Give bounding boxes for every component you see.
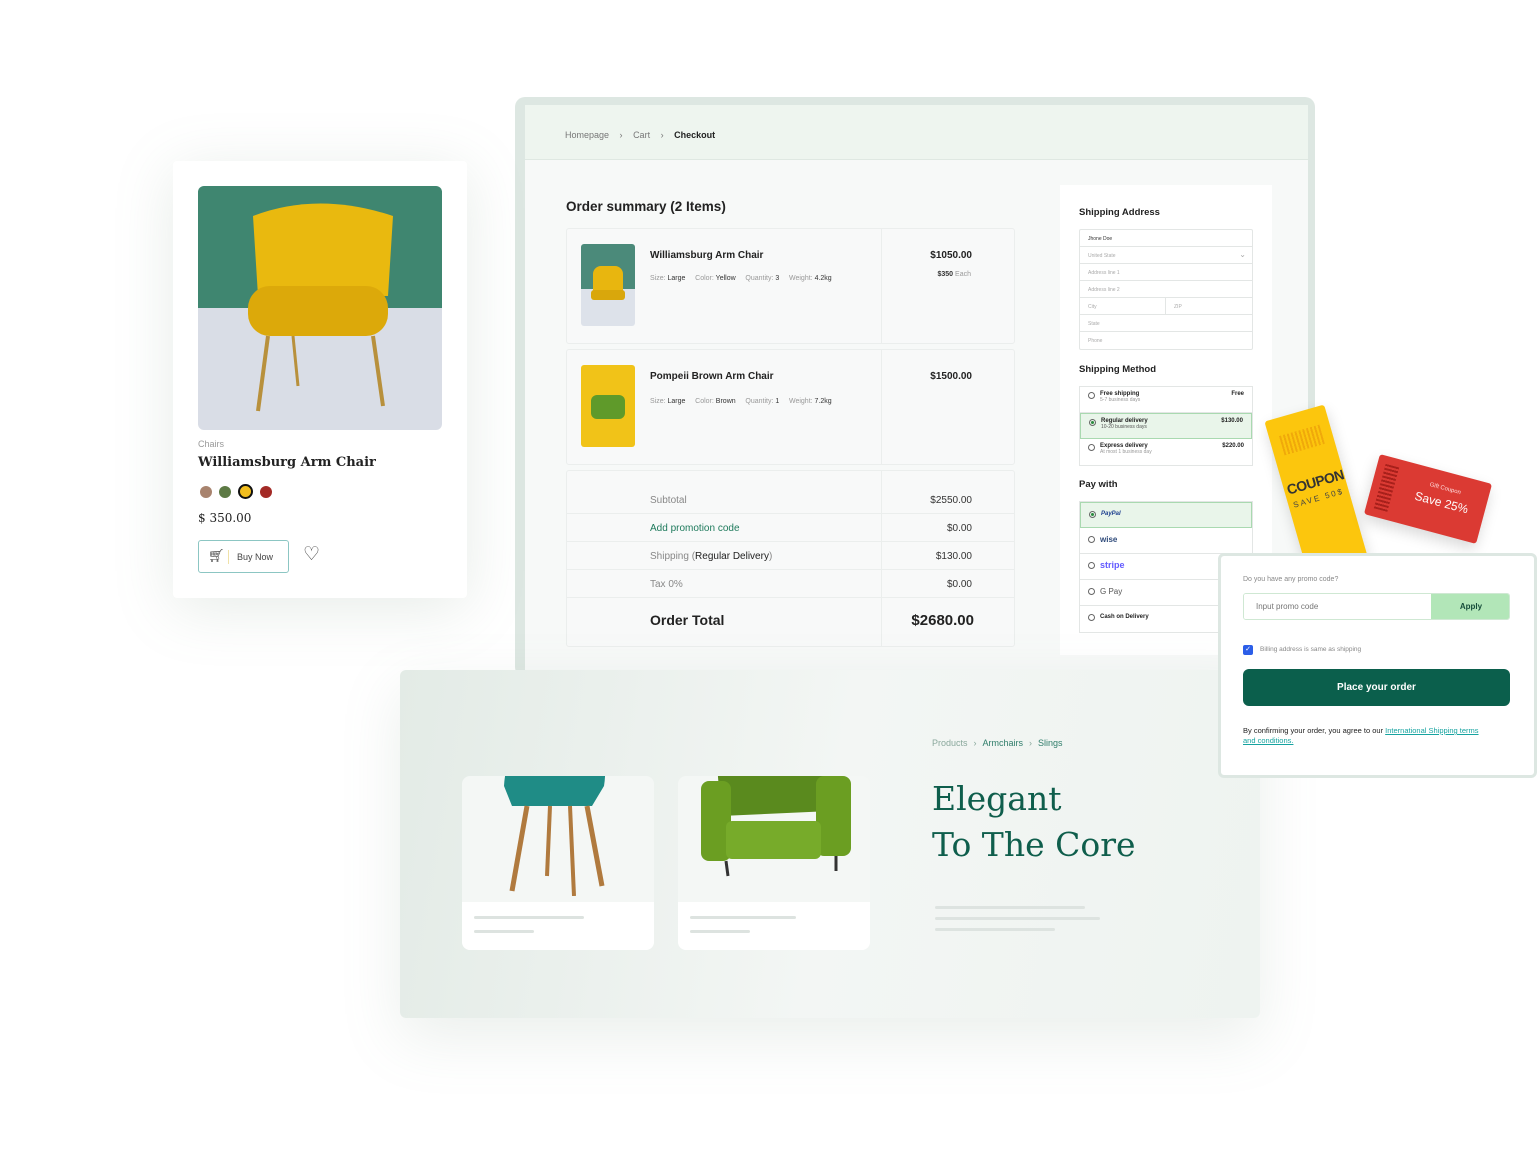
item-total: $1500.00: [930, 371, 972, 382]
chevron-right-icon: ›: [619, 130, 623, 140]
item-each-price: $350 Each: [937, 271, 972, 278]
order-summary-title: Order summary (2 Items): [566, 199, 726, 214]
city-zip-row: City ZIP: [1080, 298, 1252, 315]
breadcrumb-homepage[interactable]: Homepage: [565, 130, 609, 140]
shipping-method-list: Free shipping 5-7 business days Free Regul…: [1079, 386, 1253, 466]
banner-breadcrumb: Products › Armchairs › Slings: [932, 738, 1063, 748]
shipping-option-express[interactable]: Express delivery At most 1 business day $2…: [1080, 439, 1252, 465]
order-item: Williamsburg Arm Chair Size: Large Color…: [566, 228, 1015, 344]
shipping-option-regular[interactable]: Regular delivery 10-20 business days $130.…: [1080, 413, 1252, 439]
shipping-address-form: Jhone Doe United State ⌄ Address line 1 A…: [1079, 229, 1253, 350]
barcode-icon: [1278, 424, 1325, 456]
item-image: [581, 365, 635, 447]
item-image: [581, 244, 635, 326]
yellow-armchair-image: [248, 203, 393, 412]
color-swatch-red[interactable]: [260, 485, 272, 498]
state-field[interactable]: State: [1080, 315, 1252, 332]
pay-with-title: Pay with: [1079, 479, 1118, 490]
paypal-logo: PayPal: [1101, 511, 1121, 517]
product-name: Williamsburg Arm Chair: [198, 455, 376, 470]
country-select[interactable]: United State ⌄: [1080, 247, 1252, 264]
promo-question: Do you have any promo code?: [1243, 576, 1339, 583]
order-total-label: Order Total: [650, 612, 725, 628]
green-armchair-image: [701, 776, 851, 877]
promo-panel: Do you have any promo code? Apply ✓ Bill…: [1218, 553, 1537, 778]
place-order-button[interactable]: Place your order: [1243, 669, 1510, 706]
shipping-row: Shipping (Regular Delivery) $130.00: [567, 542, 1014, 570]
product-card: Chairs Williamsburg Arm Chair $ 350.00 🛒…: [173, 161, 467, 598]
buy-now-button[interactable]: 🛒︎ Buy Now: [198, 540, 289, 573]
apply-button[interactable]: Apply: [1431, 594, 1509, 619]
billing-label: Billing address is same as shipping: [1260, 646, 1362, 653]
color-swatches: [200, 483, 279, 501]
add-promotion-code-link[interactable]: Add promotion code: [650, 523, 740, 534]
item-meta: Size: Large Color: Yellow Quantity: 3 We…: [650, 275, 832, 282]
breadcrumb: Homepage › Cart › Checkout: [565, 130, 715, 140]
tax-row: Tax 0% $0.00: [567, 570, 1014, 598]
breadcrumb-cart[interactable]: Cart: [633, 130, 650, 140]
terms-text: By confirming your order, you agree to o…: [1243, 726, 1479, 745]
cart-plus-icon: 🛒︎: [208, 548, 225, 563]
red-coupon: Gift Coupon Save 25%: [1363, 454, 1493, 544]
name-field[interactable]: Jhone Doe: [1080, 230, 1252, 247]
address-line-2-field[interactable]: Address line 2: [1080, 281, 1252, 298]
product-tile[interactable]: [462, 776, 654, 950]
promo-input-group: Apply: [1243, 593, 1510, 620]
chevron-down-icon: ⌄: [1239, 250, 1246, 259]
promo-code-input[interactable]: [1244, 594, 1431, 619]
header-bar: Homepage › Cart › Checkout: [525, 105, 1308, 160]
zip-field[interactable]: ZIP: [1166, 298, 1190, 314]
wise-logo: wise: [1100, 535, 1118, 544]
chevron-right-icon: ›: [660, 130, 664, 140]
promo-row: Add promotion code $0.00: [567, 514, 1014, 542]
color-swatch-yellow-selected[interactable]: [238, 484, 253, 500]
checkout-window: Homepage › Cart › Checkout Order summary…: [525, 105, 1308, 675]
product-price: $ 350.00: [198, 511, 252, 525]
address-line-1-field[interactable]: Address line 1: [1080, 264, 1252, 281]
barcode-icon: [1373, 463, 1400, 512]
color-swatch-green[interactable]: [219, 485, 231, 498]
heart-icon[interactable]: ♡: [303, 543, 320, 566]
color-swatch-brown[interactable]: [200, 485, 212, 498]
order-item: Pompeii Brown Arm Chair Size: Large Colo…: [566, 349, 1015, 465]
pay-option-wise[interactable]: wise: [1080, 528, 1252, 554]
shipping-address-title: Shipping Address: [1079, 207, 1160, 218]
stripe-logo: stripe: [1100, 560, 1125, 570]
product-tile[interactable]: [678, 776, 870, 950]
teal-chair-image: [504, 776, 606, 896]
item-meta: Size: Large Color: Brown Quantity: 1 Wei…: [650, 398, 832, 405]
product-banner: Products › Armchairs › Slings Elegant To The …: [400, 670, 1260, 1018]
banner-headline: Elegant To The Core: [932, 779, 1136, 864]
product-category: Chairs: [198, 439, 225, 449]
subtotal-row: Subtotal $2550.00: [567, 486, 1014, 514]
billing-checkbox-checked[interactable]: ✓: [1243, 645, 1253, 655]
product-image[interactable]: [198, 186, 442, 430]
shipping-option-free[interactable]: Free shipping 5-7 business days Free: [1080, 387, 1252, 413]
shipping-method-title: Shipping Method: [1079, 364, 1157, 375]
item-total: $1050.00: [930, 250, 972, 261]
breadcrumb-checkout: Checkout: [674, 130, 716, 140]
order-total-value: $2680.00: [911, 612, 974, 629]
gpay-logo: G Pay: [1100, 587, 1123, 596]
item-name: Williamsburg Arm Chair: [650, 250, 764, 261]
phone-field[interactable]: Phone: [1080, 332, 1252, 349]
pay-option-paypal[interactable]: PayPal: [1080, 502, 1252, 528]
city-field[interactable]: City: [1080, 298, 1166, 314]
item-name: Pompeii Brown Arm Chair: [650, 371, 774, 382]
totals-box: Subtotal $2550.00 Add promotion code $0.00…: [566, 470, 1015, 647]
